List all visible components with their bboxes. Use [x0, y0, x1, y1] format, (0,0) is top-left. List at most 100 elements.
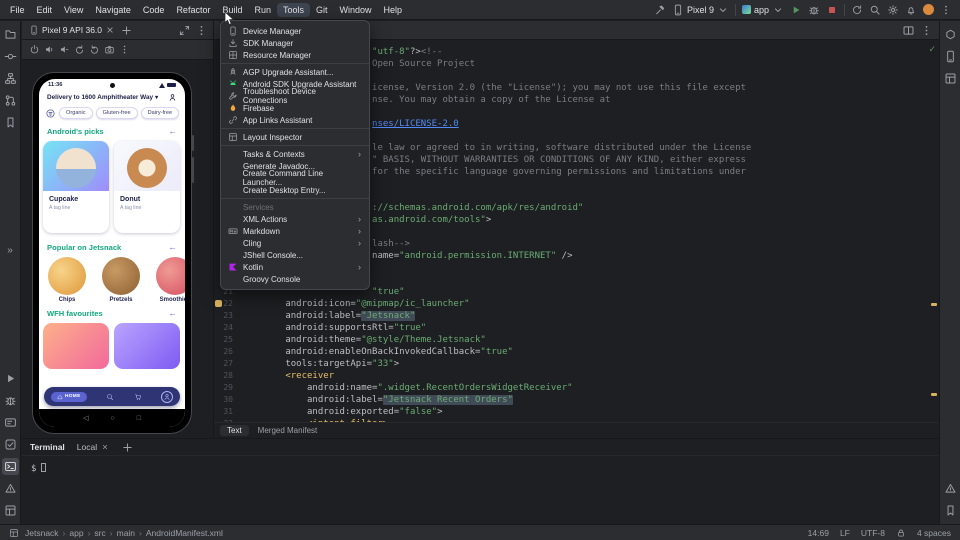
filter-chip-gluten-free[interactable]: Gluten-free: [96, 107, 138, 119]
wfh-card[interactable]: [43, 323, 109, 369]
profile-icon[interactable]: [161, 391, 173, 403]
menu-refactor[interactable]: Refactor: [170, 3, 216, 17]
tools-menu-item-create-command-line-launcher[interactable]: Create Command Line Launcher...: [221, 172, 369, 184]
tools-menu-item-agp-upgrade-assistant[interactable]: AGP Upgrade Assistant...: [221, 66, 369, 78]
tools-menu-item-device-manager[interactable]: Device Manager: [221, 25, 369, 37]
maximize-icon[interactable]: [178, 24, 191, 37]
problems-icon[interactable]: [2, 480, 19, 497]
chev2-icon[interactable]: »: [2, 242, 19, 259]
sync-icon[interactable]: [851, 4, 863, 16]
breadcrumb-item-main[interactable]: main: [117, 528, 135, 538]
menu-window[interactable]: Window: [334, 3, 378, 17]
tools-menu-item-sdk-manager[interactable]: SDK Manager: [221, 37, 369, 49]
warning-stripe-mark[interactable]: [931, 303, 937, 306]
stop-icon[interactable]: [826, 4, 838, 16]
tools-menu-item-tasks-contexts[interactable]: Tasks & Contexts›: [221, 148, 369, 160]
readonly-lock-icon[interactable]: [896, 528, 906, 538]
layout-icon[interactable]: [942, 70, 959, 87]
filter-icon[interactable]: [45, 108, 56, 119]
close-icon[interactable]: [105, 25, 115, 35]
rotl-icon[interactable]: [74, 44, 85, 55]
search-icon[interactable]: [106, 393, 114, 401]
bookmark-icon[interactable]: [942, 502, 959, 519]
search-icon[interactable]: [869, 4, 881, 16]
phone-icon[interactable]: [942, 48, 959, 65]
pixel-9-device-frame[interactable]: 11:36 Delivery to 1600 Amphitheater Way …: [32, 72, 192, 434]
terminal-content[interactable]: $: [22, 456, 939, 481]
menu-view[interactable]: View: [58, 3, 89, 17]
section-arrow-icon[interactable]: ←: [169, 126, 178, 136]
tools-menu-item-layout-inspector[interactable]: Layout Inspector: [221, 131, 369, 143]
wfh-card[interactable]: [114, 323, 180, 369]
nav-home-button[interactable]: HOME: [51, 392, 87, 402]
menu-git[interactable]: Git: [310, 3, 334, 17]
file-encoding[interactable]: UTF-8: [861, 528, 885, 538]
menu-run[interactable]: Run: [248, 3, 277, 17]
folder-icon[interactable]: [2, 26, 19, 43]
snack-card-cupcake[interactable]: CupcakeA tag line: [43, 141, 109, 233]
play-icon[interactable]: [2, 370, 19, 387]
snack-item-pretzels[interactable]: Pretzels: [99, 257, 143, 303]
tools-menu-item-resource-manager[interactable]: Resource Manager: [221, 49, 369, 61]
nav-recents-icon[interactable]: □: [137, 415, 141, 422]
tools-menu-item-cling[interactable]: Cling›: [221, 237, 369, 249]
tools-menu-item-markdown[interactable]: Markdown›: [221, 225, 369, 237]
inspection-ok-icon[interactable]: ✓: [928, 44, 936, 55]
structure-icon[interactable]: [2, 70, 19, 87]
problems-icon[interactable]: [942, 480, 959, 497]
dots-icon[interactable]: [119, 44, 130, 55]
device-screen[interactable]: 11:36 Delivery to 1600 Amphitheater Way …: [39, 79, 185, 427]
warning-stripe-mark[interactable]: [931, 393, 937, 396]
avatar-icon[interactable]: [923, 4, 934, 15]
terminal-tab-local[interactable]: Local: [77, 442, 109, 452]
nav-back-icon[interactable]: ◁: [83, 414, 88, 422]
filter-chip-dairy-free[interactable]: Dairy-free: [141, 107, 180, 119]
delivery-bar[interactable]: Delivery to 1600 Amphitheater Way ▾: [39, 88, 185, 104]
account-icon[interactable]: [168, 93, 177, 102]
tools-menu-item-groovy-console[interactable]: Groovy Console: [221, 273, 369, 285]
bug-icon[interactable]: [808, 4, 820, 16]
filter-chip-organic[interactable]: Organic: [59, 107, 93, 119]
logcat-icon[interactable]: [2, 414, 19, 431]
camera-icon[interactable]: [104, 44, 115, 55]
tool-window-layout-icon[interactable]: [9, 528, 19, 538]
volup-icon[interactable]: [44, 44, 55, 55]
menu-navigate[interactable]: Navigate: [89, 3, 137, 17]
breadcrumb-item-app[interactable]: app: [69, 528, 83, 538]
todo-icon[interactable]: [2, 436, 19, 453]
section-arrow-icon[interactable]: ←: [169, 242, 178, 252]
snack-item-chips[interactable]: Chips: [45, 257, 89, 303]
tools-menu-item-kotlin[interactable]: Kotlin›: [221, 261, 369, 273]
tools-menu-item-troubleshoot-device-connections[interactable]: Troubleshoot Device Connections: [221, 90, 369, 102]
breadcrumb-item-androidmanifest-xml[interactable]: AndroidManifest.xml: [146, 528, 223, 538]
terminal-title[interactable]: Terminal: [30, 442, 65, 452]
gradle-icon[interactable]: [942, 26, 959, 43]
line-ending[interactable]: LF: [840, 528, 850, 538]
menu-file[interactable]: File: [4, 3, 31, 17]
dots-icon[interactable]: [920, 24, 933, 37]
rotr-icon[interactable]: [89, 44, 100, 55]
device-selector[interactable]: Pixel 9: [672, 4, 729, 16]
menu-tools[interactable]: Tools: [277, 3, 310, 17]
layout-icon[interactable]: [2, 502, 19, 519]
menu-edit[interactable]: Edit: [31, 3, 59, 17]
voldown-icon[interactable]: [59, 44, 70, 55]
power-icon[interactable]: [29, 44, 40, 55]
indent-setting[interactable]: 4 spaces: [917, 528, 951, 538]
close-icon[interactable]: [101, 443, 109, 451]
add-device-icon[interactable]: [120, 24, 133, 37]
editor-bottom-tab-text[interactable]: Text: [220, 425, 249, 436]
split-icon[interactable]: [902, 24, 915, 37]
nav-home-icon[interactable]: ○: [110, 415, 114, 422]
dots-icon[interactable]: [195, 24, 208, 37]
editor-bottom-tab-merged-manifest[interactable]: Merged Manifest: [251, 425, 325, 436]
bug-icon[interactable]: [2, 392, 19, 409]
tools-menu-item-app-links-assistant[interactable]: App Links Assistant: [221, 114, 369, 126]
play-icon[interactable]: [790, 4, 802, 16]
commit-icon[interactable]: [2, 48, 19, 65]
dots-icon[interactable]: [940, 4, 952, 16]
terminal-icon[interactable]: [2, 458, 19, 475]
bell-icon[interactable]: [905, 4, 917, 16]
tools-menu-item-jshell-console[interactable]: JShell Console...: [221, 249, 369, 261]
gear-icon[interactable]: [887, 4, 899, 16]
